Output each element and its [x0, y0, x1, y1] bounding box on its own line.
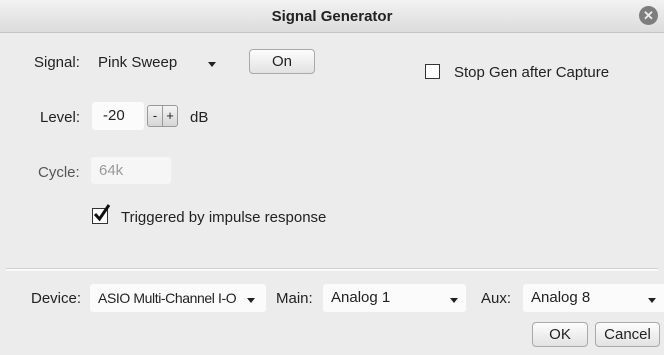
stop-gen-checkbox[interactable]: [425, 64, 440, 79]
chevron-down-icon: [208, 62, 216, 67]
window-title: Signal Generator: [271, 8, 393, 25]
level-stepper[interactable]: - +: [147, 105, 178, 127]
chevron-down-icon: [648, 298, 656, 303]
aux-value: Analog 8: [531, 289, 591, 306]
chevron-down-icon: [247, 298, 255, 303]
level-input[interactable]: -20: [92, 102, 144, 130]
level-label: Level:: [40, 109, 81, 126]
signal-value: Pink Sweep: [98, 54, 178, 71]
main-value: Analog 1: [331, 289, 391, 306]
device-dropdown[interactable]: ASIO Multi-Channel I-O: [90, 284, 266, 312]
cancel-button[interactable]: Cancel: [595, 322, 660, 347]
main-dropdown[interactable]: Analog 1: [323, 284, 466, 312]
on-button[interactable]: On: [249, 49, 315, 74]
decrement-button[interactable]: -: [148, 106, 162, 126]
aux-dropdown[interactable]: Analog 8: [523, 284, 664, 312]
stop-gen-label: Stop Gen after Capture: [454, 64, 610, 81]
checkmark-icon: [93, 204, 111, 222]
cycle-label: Cycle:: [38, 164, 80, 181]
close-icon[interactable]: ✕: [639, 6, 658, 25]
divider: [6, 268, 658, 271]
level-value: -20: [103, 107, 125, 124]
triggered-label: Triggered by impulse response: [121, 209, 327, 226]
aux-label: Aux:: [481, 290, 512, 307]
increment-button[interactable]: +: [162, 106, 177, 126]
device-label: Device:: [31, 290, 82, 307]
main-label: Main:: [276, 290, 313, 307]
signal-dropdown[interactable]: Pink Sweep: [90, 49, 225, 77]
title-bar: Signal Generator ✕: [0, 0, 664, 33]
triggered-checkbox[interactable]: [92, 204, 111, 224]
signal-label: Signal:: [34, 54, 80, 71]
ok-button[interactable]: OK: [532, 322, 588, 347]
level-unit: dB: [190, 109, 209, 126]
chevron-down-icon: [450, 298, 458, 303]
device-value: ASIO Multi-Channel I-O: [98, 290, 237, 306]
cycle-value: 64k: [99, 162, 124, 179]
cycle-input[interactable]: 64k: [91, 157, 171, 184]
